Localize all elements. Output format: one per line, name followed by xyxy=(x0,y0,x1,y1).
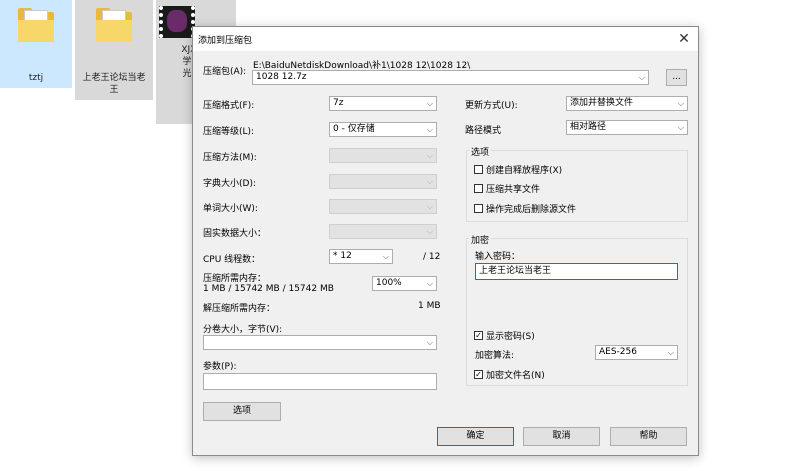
options-button[interactable]: 选项 xyxy=(203,402,281,421)
delete-after-label: 操作完成后删除源文件 xyxy=(486,205,577,215)
folder-icon xyxy=(96,8,132,44)
cpu-label: CPU 线程数： xyxy=(203,255,261,265)
help-button[interactable]: 帮助 xyxy=(610,427,687,446)
solid-select[interactable]: ⌵ xyxy=(329,224,437,239)
show-password-checkbox[interactable]: ✓ 显示密码(S) xyxy=(474,329,535,342)
format-label: 压缩格式(F): xyxy=(203,101,255,111)
level-select[interactable]: 0 - 仅存储 ⌵ xyxy=(329,122,437,137)
checkbox-box xyxy=(474,204,483,213)
update-mode-select[interactable]: 添加并替换文件 ⌵ xyxy=(566,96,688,111)
password-label: 输入密码： xyxy=(475,252,521,262)
checkmark-icon: ✓ xyxy=(474,370,483,379)
checkmark-icon: ✓ xyxy=(474,331,483,340)
method-label: 压缩方法(M): xyxy=(203,153,257,163)
chevron-down-icon: ⌵ xyxy=(426,177,433,186)
desktop-icon-folder-laowang[interactable]: 上老王论坛当老王 xyxy=(75,0,153,100)
decomp-memory-label: 解压缩所需内存： xyxy=(203,304,276,314)
encryption-method-select[interactable]: AES-256 ⌵ xyxy=(595,345,678,360)
create-sfx-checkbox[interactable]: 创建自释放程序(X) xyxy=(474,163,562,176)
params-label: 参数(P): xyxy=(203,362,237,372)
path-mode-label: 路径模式 xyxy=(465,126,502,136)
decomp-memory-value: 1 MB xyxy=(418,301,441,311)
title-bar[interactable]: 添加到压缩包 ✕ xyxy=(193,27,698,51)
memory-percent-select[interactable]: 100% ⌵ xyxy=(372,276,437,291)
solid-label: 固实数据大小： xyxy=(203,229,267,239)
path-mode-select[interactable]: 相对路径 ⌵ xyxy=(566,120,688,135)
chevron-down-icon: ⌵ xyxy=(677,99,684,108)
chevron-down-icon: ⌵ xyxy=(667,348,674,357)
volume-size-combo[interactable]: ⌵ xyxy=(203,335,437,350)
memory-detail: 1 MB / 15742 MB / 15742 MB xyxy=(203,284,334,294)
encryption-method-label: 加密算法: xyxy=(475,351,515,361)
encryption-group-title: 加密 xyxy=(469,233,492,246)
path-mode-value: 相对路径 xyxy=(570,122,607,132)
method-select[interactable]: ⌵ xyxy=(329,148,437,163)
dict-label: 字典大小(D): xyxy=(203,179,256,189)
level-label: 压缩等级(L): xyxy=(203,127,255,137)
options-group-title: 选项 xyxy=(469,145,492,158)
chevron-down-icon: ⌵ xyxy=(426,227,433,236)
chevron-down-icon: ⌵ xyxy=(638,73,645,82)
chevron-down-icon: ⌵ xyxy=(426,338,433,347)
format-select[interactable]: 7z ⌵ xyxy=(329,96,437,111)
chevron-down-icon: ⌵ xyxy=(426,125,433,134)
desktop-icon-label: 上老王论坛当老王 xyxy=(82,73,146,95)
archive-name-value: 1028 12.7z xyxy=(256,72,307,82)
encrypt-filenames-checkbox[interactable]: ✓ 加密文件名(N) xyxy=(474,368,545,381)
chevron-down-icon: ⌵ xyxy=(677,123,684,132)
browse-button[interactable]: ... xyxy=(666,69,687,86)
cpu-value: * 12 xyxy=(333,251,352,261)
word-select[interactable]: ⌵ xyxy=(329,199,437,214)
show-password-label: 显示密码(S) xyxy=(486,332,535,342)
archive-name-combo[interactable]: 1028 12.7z ⌵ xyxy=(252,70,649,85)
dialog-title: 添加到压缩包 xyxy=(198,36,253,46)
chevron-down-icon: ⌵ xyxy=(426,279,433,288)
format-value: 7z xyxy=(333,98,344,108)
delete-after-checkbox[interactable]: 操作完成后删除源文件 xyxy=(474,202,576,215)
add-to-archive-dialog: 添加到压缩包 ✕ 压缩包(A): E:\BaiduNetdiskDownload… xyxy=(192,26,699,456)
video-thumbnail-icon xyxy=(159,6,195,38)
dict-select[interactable]: ⌵ xyxy=(329,174,437,189)
folder-icon xyxy=(18,8,54,44)
compress-shared-checkbox[interactable]: 压缩共享文件 xyxy=(474,182,540,195)
update-value: 添加并替换文件 xyxy=(570,98,634,108)
params-input[interactable] xyxy=(203,373,437,390)
level-value: 0 - 仅存储 xyxy=(333,124,375,134)
encryption-method-value: AES-256 xyxy=(599,347,637,357)
desktop-icon-tztj[interactable]: tztj xyxy=(0,0,72,88)
checkbox-box xyxy=(474,184,483,193)
memory-percent-value: 100% xyxy=(376,278,402,288)
chevron-down-icon: ⌵ xyxy=(426,202,433,211)
desktop-icon-label: tztj xyxy=(28,73,44,83)
create-sfx-label: 创建自释放程序(X) xyxy=(486,166,563,176)
chevron-down-icon: ⌵ xyxy=(426,151,433,160)
chevron-down-icon: ⌵ xyxy=(426,99,433,108)
chevron-down-icon: ⌵ xyxy=(382,252,389,261)
close-icon[interactable]: ✕ xyxy=(670,27,698,51)
compress-shared-label: 压缩共享文件 xyxy=(486,185,541,195)
ok-button[interactable]: 确定 xyxy=(437,427,514,446)
cpu-max: / 12 xyxy=(423,252,441,262)
word-label: 单词大小(W): xyxy=(203,204,258,214)
cancel-button[interactable]: 取消 xyxy=(523,427,600,446)
password-input[interactable]: 上老王论坛当老王 xyxy=(475,263,678,280)
memory-label: 压缩所需内存： xyxy=(203,274,267,284)
checkbox-box xyxy=(474,165,483,174)
volume-label: 分卷大小，字节(V): xyxy=(203,325,283,335)
update-label: 更新方式(U): xyxy=(465,101,518,111)
encrypt-filenames-label: 加密文件名(N) xyxy=(486,371,545,381)
archive-label: 压缩包(A): xyxy=(203,67,247,77)
cpu-threads-select[interactable]: * 12 ⌵ xyxy=(329,249,393,264)
